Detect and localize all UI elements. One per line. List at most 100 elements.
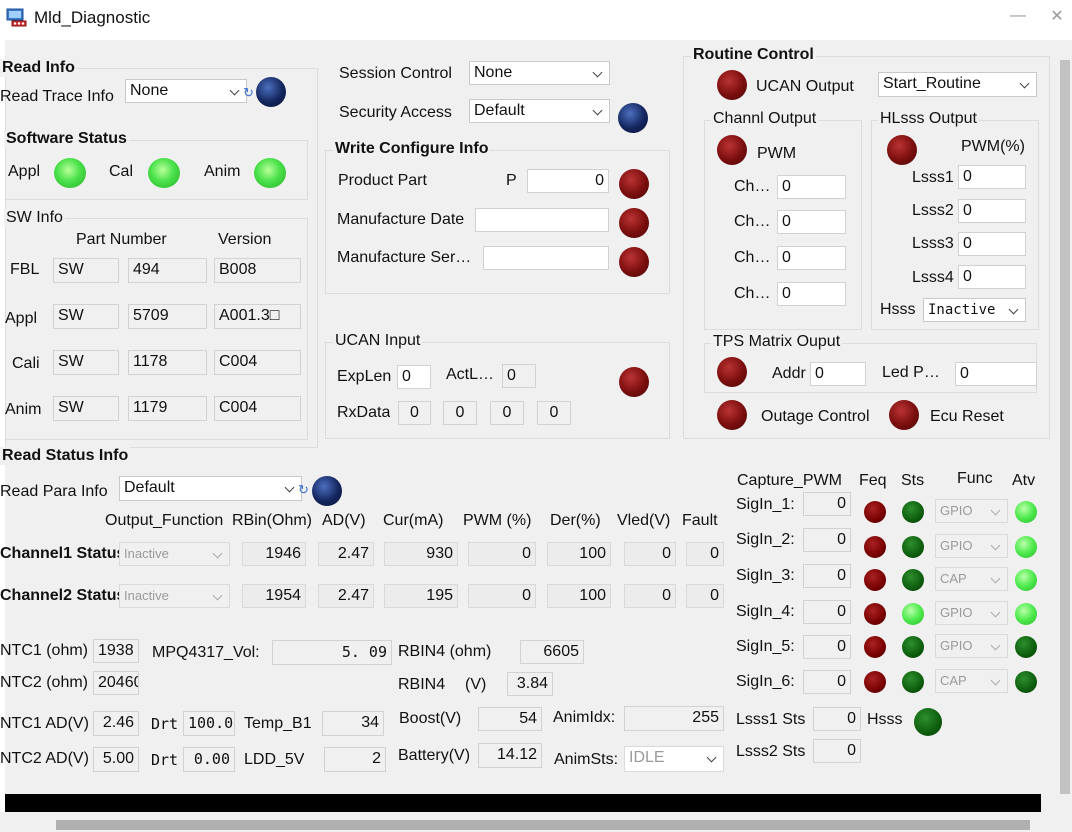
ucan-input-button[interactable] xyxy=(619,367,649,397)
actlen-field: 0 xyxy=(502,364,536,388)
sw-info-title: SW Info xyxy=(4,209,65,227)
security-access-button[interactable] xyxy=(618,103,648,133)
app-icon xyxy=(6,8,27,27)
read-para-dropdown[interactable]: Default xyxy=(119,476,302,501)
sigin-func-dropdown[interactable]: CAP xyxy=(935,567,1008,591)
manufacture-serial-input[interactable] xyxy=(483,246,609,270)
refresh-icon[interactable]: ↻ xyxy=(298,483,312,497)
status-cal-label: Cal xyxy=(109,163,134,180)
ucan-input-title: UCAN Input xyxy=(333,332,423,350)
led-input[interactable]: 0 xyxy=(955,362,1037,386)
channel-label: Ch… xyxy=(734,178,771,195)
channel-pwm-input[interactable]: 0 xyxy=(777,210,846,234)
manufacture-date-input[interactable] xyxy=(475,208,609,232)
sigin-label: SigIn_6: xyxy=(736,673,795,690)
lsss-label: Lsss4 xyxy=(912,269,954,286)
write-date-button[interactable] xyxy=(619,208,649,238)
addr-input[interactable]: 0 xyxy=(810,362,866,386)
software-status-title: Software Status xyxy=(4,130,129,148)
tps-matrix-button[interactable] xyxy=(717,357,747,387)
channel1-function-dropdown[interactable]: Inactive xyxy=(119,542,230,566)
animsts-dropdown[interactable]: IDLE xyxy=(624,746,724,772)
sw-part-field: 1178 xyxy=(128,350,207,375)
channel-pwm-input[interactable]: 0 xyxy=(777,175,846,199)
header-output-function: Output_Function xyxy=(105,512,224,529)
read-trace-dropdown[interactable]: None xyxy=(125,79,247,103)
channel-label: Ch… xyxy=(734,249,771,266)
channel-pwm-input[interactable]: 0 xyxy=(777,246,846,270)
ntc1-ad-field: 2.46 xyxy=(93,711,139,736)
hsss-dropdown[interactable]: Inactive xyxy=(923,298,1026,322)
lsss1-sts-field: 0 xyxy=(813,707,861,731)
channel2-rbin: 1954 xyxy=(242,584,306,608)
status-appl-label: Appl xyxy=(8,163,41,180)
sigin-value: 0 xyxy=(803,492,851,516)
title-bar xyxy=(0,0,1072,36)
window-title: Mld_Diagnostic xyxy=(34,8,151,27)
rbin4-v-unit: (V) xyxy=(465,676,487,693)
channel2-function-dropdown[interactable]: Inactive xyxy=(119,584,230,608)
channel2-vled: 0 xyxy=(624,584,676,608)
session-control-dropdown[interactable]: None xyxy=(469,61,610,85)
channel-pwm-input[interactable]: 0 xyxy=(777,282,846,306)
sw-row-label: Anim xyxy=(5,401,42,418)
sigin-func-dropdown[interactable]: CAP xyxy=(935,669,1008,693)
sigin-sts-led xyxy=(902,636,924,658)
write-serial-button[interactable] xyxy=(619,247,649,277)
channel1-cur: 930 xyxy=(384,542,458,566)
channl-pwm-button[interactable] xyxy=(717,135,747,165)
minimize-button[interactable]: — xyxy=(1006,2,1030,30)
hlsss-pwm-button[interactable] xyxy=(887,135,917,165)
ecu-reset-button[interactable] xyxy=(889,400,919,430)
header-atv: Atv xyxy=(1012,472,1036,489)
explen-input[interactable]: 0 xyxy=(397,365,431,389)
sw-type-field: SW xyxy=(53,304,119,329)
sigin-func-dropdown[interactable]: GPIO xyxy=(935,601,1008,625)
lsss-pwm-input[interactable]: 0 xyxy=(958,265,1026,289)
ldd-5v-field: 2 xyxy=(324,747,386,772)
sigin-label: SigIn_2: xyxy=(736,531,795,548)
sigin-func-dropdown[interactable]: GPIO xyxy=(935,499,1008,523)
sw-type-field: SW xyxy=(53,258,119,283)
sigin-func-dropdown[interactable]: GPIO xyxy=(935,534,1008,558)
tps-matrix-title: TPS Matrix Ouput xyxy=(711,333,843,351)
ntc2-ohm-label: NTC2 (ohm) xyxy=(0,674,89,691)
sigin-atv-led xyxy=(1015,603,1037,625)
sigin-func-dropdown[interactable]: GPIO xyxy=(935,634,1008,658)
close-button[interactable]: ✕ xyxy=(1045,2,1069,30)
read-status-title: Read Status Info xyxy=(0,447,131,465)
sw-part-field: 1179 xyxy=(128,396,207,421)
sigin-sts-led xyxy=(902,536,924,558)
vertical-scroll-thumb[interactable] xyxy=(1060,60,1070,794)
sigin-feq-led xyxy=(864,636,886,658)
ucan-output-label: UCAN Output xyxy=(756,78,854,95)
horizontal-scroll-thumb[interactable] xyxy=(56,820,1030,830)
rbin4-v-field: 3.84 xyxy=(507,672,553,696)
hsss-label: Hsss xyxy=(880,301,916,318)
ucan-output-button[interactable] xyxy=(717,70,747,100)
sigin-sts-led xyxy=(902,501,924,523)
read-para-button[interactable] xyxy=(312,476,342,506)
read-trace-button[interactable] xyxy=(256,77,286,107)
security-access-label: Security Access xyxy=(339,104,452,121)
session-control-label: Session Control xyxy=(339,65,452,82)
refresh-icon[interactable]: ↻ xyxy=(243,86,257,100)
outage-control-button[interactable] xyxy=(717,400,747,430)
rxdata-field: 0 xyxy=(398,401,431,425)
lsss-pwm-input[interactable]: 0 xyxy=(958,232,1026,256)
lsss-pwm-input[interactable]: 0 xyxy=(958,199,1026,223)
lsss-label: Lsss1 xyxy=(912,169,954,186)
close-icon: ✕ xyxy=(1050,8,1064,25)
addr-label: Addr xyxy=(772,365,806,382)
channel2-label: Channel2 Status xyxy=(0,587,126,604)
write-product-button[interactable] xyxy=(619,169,649,199)
routine-dropdown[interactable]: Start_Routine xyxy=(878,72,1037,97)
ntc1-ohm-label: NTC1 (ohm) xyxy=(0,642,89,659)
product-part-input[interactable]: 0 xyxy=(527,169,609,193)
battery-field: 14.12 xyxy=(478,743,542,768)
security-access-dropdown[interactable]: Default xyxy=(469,99,610,123)
lsss-pwm-input[interactable]: 0 xyxy=(958,165,1026,189)
ntc2-ad-field: 5.00 xyxy=(93,747,139,772)
sigin-atv-led xyxy=(1015,501,1037,523)
lsss1-sts-label: Lsss1 Sts xyxy=(736,711,806,728)
